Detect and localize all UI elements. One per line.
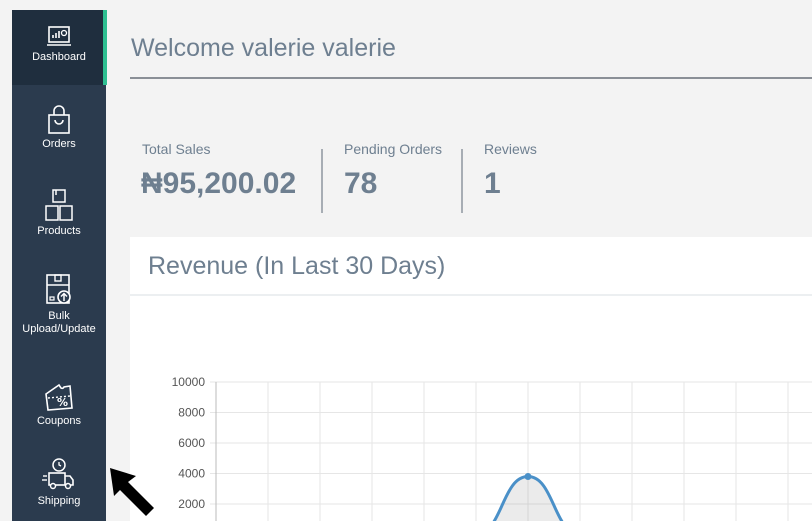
- top-border: [106, 0, 812, 10]
- reviews-label: Reviews: [484, 141, 537, 157]
- chart-y-tick-label: 6000: [178, 436, 205, 450]
- delivery-truck-icon: [42, 458, 74, 490]
- total-sales-value: ₦95,200.02: [141, 167, 297, 200]
- sidebar-item-label: Products: [37, 225, 81, 237]
- page-title: Welcome valerie valerie: [131, 34, 396, 62]
- chart-point: [524, 473, 532, 481]
- stat-divider: [321, 149, 323, 213]
- sidebar-item-label: Shipping: [37, 495, 81, 507]
- mouse-cursor-arrow: [110, 468, 154, 516]
- sidebar-item-label: Coupons: [36, 415, 82, 427]
- chart-y-tick-label: 8000: [178, 406, 205, 420]
- sidebar-item-products[interactable]: Products: [12, 188, 106, 238]
- sidebar: Dashboard Orders Products Bulk Upload/Up…: [12, 10, 107, 521]
- chart-y-tick-label: 4000: [178, 467, 205, 481]
- reviews-value: 1: [484, 167, 501, 200]
- total-sales-label: Total Sales: [142, 141, 211, 157]
- sidebar-item-label-line1: Bulk: [48, 310, 70, 322]
- pending-orders-label: Pending Orders: [344, 141, 443, 157]
- pending-orders-value: 78: [344, 167, 378, 200]
- coupon-icon: %: [45, 383, 73, 411]
- sidebar-item-label: Dashboard: [32, 51, 86, 63]
- dashboard-icon: [47, 26, 71, 46]
- revenue-chart: 10000 8000 6000 4000 2000: [172, 375, 812, 521]
- chart-area-fill: [494, 476, 562, 521]
- sidebar-item-bulk-upload[interactable]: Bulk Upload/Update: [12, 273, 106, 336]
- svg-text:%: %: [57, 396, 68, 409]
- chart-y-ticks: 10000 8000 6000 4000 2000: [172, 375, 206, 511]
- shopping-bag-icon: [48, 105, 70, 134]
- sidebar-item-shipping[interactable]: Shipping: [12, 456, 106, 508]
- sidebar-item-dashboard[interactable]: Dashboard: [12, 10, 107, 85]
- revenue-card: Revenue (In Last 30 Days) 10000 8000 6000 4…: [130, 237, 812, 521]
- chart-y-tick-label: 2000: [178, 497, 205, 511]
- sidebar-item-label-line2: Upload/Update: [22, 323, 96, 335]
- chart-series: [492, 473, 564, 521]
- stat-divider: [461, 149, 463, 213]
- sidebar-item-label: Orders: [42, 138, 76, 150]
- boxes-icon: [45, 189, 73, 221]
- sidebar-item-orders[interactable]: Orders: [12, 105, 106, 151]
- box-upload-icon: [46, 274, 71, 304]
- sidebar-item-coupons[interactable]: % Coupons: [12, 382, 106, 428]
- title-divider: [130, 77, 812, 79]
- chart-y-tick-label: 10000: [172, 375, 206, 389]
